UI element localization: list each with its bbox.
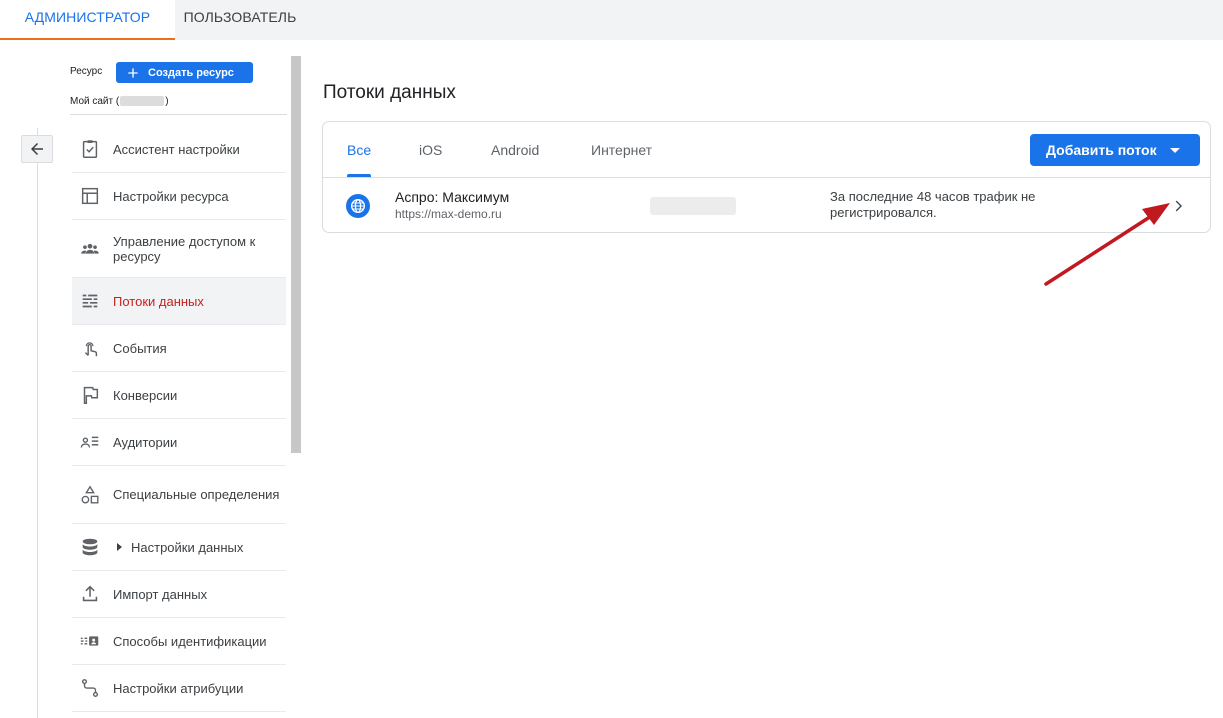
sidebar-item-data-streams[interactable]: Потоки данных	[72, 278, 286, 325]
data-streams-icon	[82, 294, 98, 308]
shapes-icon	[81, 484, 99, 503]
sidebar-item-label: Настройки атрибуции	[113, 680, 244, 696]
add-stream-label: Добавить поток	[1046, 142, 1157, 158]
site-name-close: )	[165, 96, 169, 107]
dropdown-arrow-icon	[1169, 147, 1180, 153]
sidebar-item-label: Конверсии	[113, 387, 178, 403]
database-icon	[82, 538, 98, 556]
sidebar-item-data-import[interactable]: Импорт данных	[72, 571, 286, 618]
back-button[interactable]	[21, 135, 53, 163]
sidebar-item-label: Ассистент настройки	[113, 141, 240, 157]
layout-icon	[81, 187, 99, 205]
sidebar-guide-line	[37, 128, 38, 718]
stream-name[interactable]: Аспро: Максимум	[395, 189, 509, 205]
sidebar-item-resource-settings[interactable]: Настройки ресурса	[72, 173, 286, 220]
sidebar-item-attribution-settings[interactable]: Настройки атрибуции	[72, 665, 286, 712]
page-title: Потоки данных	[323, 82, 456, 103]
sidebar-item-events[interactable]: События	[72, 325, 286, 372]
arrow-back-icon	[31, 143, 43, 155]
create-resource-button[interactable]: Создать ресурс	[116, 62, 253, 83]
admin-sidebar-nav: Ассистент настройки Настройки ресурса Уп…	[72, 126, 286, 712]
upload-icon	[82, 585, 98, 602]
people-icon	[81, 243, 99, 254]
sidebar-item-label: Настройки данных	[131, 539, 244, 555]
audience-icon	[80, 436, 99, 448]
sidebar-item-label-wrap: Настройки данных	[115, 540, 280, 555]
redacted-stream-id	[650, 197, 736, 215]
tab-web[interactable]: Интернет	[591, 142, 652, 158]
create-resource-label: Создать ресурс	[148, 66, 234, 79]
sidebar-item-access-management[interactable]: Управление доступом к ресурсу	[72, 220, 286, 278]
redacted-block	[120, 96, 165, 107]
stream-url: https://max-demo.ru	[395, 207, 502, 221]
tab-administrator[interactable]: АДМИНИСТРАТОР	[0, 0, 175, 40]
sidebar-item-data-settings[interactable]: Настройки данных	[72, 524, 286, 571]
tab-ios[interactable]: iOS	[419, 142, 442, 158]
route-icon	[81, 679, 99, 697]
add-stream-button[interactable]: Добавить поток	[1030, 134, 1200, 166]
sidebar-item-identification-methods[interactable]: Способы идентификации	[72, 618, 286, 665]
touch-icon	[84, 342, 98, 357]
resource-divider	[70, 114, 287, 115]
caret-right-icon[interactable]	[117, 543, 122, 552]
sidebar-item-setup-assistant[interactable]: Ассистент настройки	[72, 126, 286, 173]
sidebar-item-label: События	[113, 340, 167, 356]
sidebar-item-label: Аудитории	[113, 434, 178, 450]
sidebar-item-label: Настройки ресурса	[113, 188, 229, 204]
annotation-arrow	[1044, 203, 1170, 286]
sidebar-item-label: Потоки данных	[113, 293, 204, 309]
site-name-text: Мой сайт (	[70, 96, 120, 107]
sidebar-scrollbar[interactable]	[291, 56, 301, 453]
sidebar-item-label: Импорт данных	[113, 586, 208, 602]
resource-label: Ресурс	[70, 66, 103, 77]
globe-icon	[346, 194, 370, 218]
sidebar-item-label: Способы идентификации	[113, 633, 267, 649]
sidebar-item-label: Управление доступом к ресурсу	[113, 233, 256, 264]
sidebar-item-custom-definitions[interactable]: Специальные определения	[72, 466, 286, 524]
sidebar-item-conversions[interactable]: Конверсии	[72, 372, 286, 419]
flag-icon	[83, 386, 99, 404]
tab-all[interactable]: Все	[347, 142, 371, 158]
checklist-icon	[82, 140, 98, 158]
card-divider	[323, 177, 1210, 178]
tab-user[interactable]: ПОЛЬЗОВАТЕЛЬ	[175, 0, 305, 38]
resource-site-name: Мой сайт ()	[70, 96, 169, 107]
plus-icon	[128, 67, 138, 78]
top-tab-bar: АДМИНИСТРАТОР ПОЛЬЗОВАТЕЛЬ	[0, 0, 1223, 40]
sidebar-item-audiences[interactable]: Аудитории	[72, 419, 286, 466]
sidebar-item-label: Специальные определения	[113, 487, 280, 502]
tab-android[interactable]: Android	[491, 142, 539, 158]
identity-icon	[80, 636, 99, 646]
